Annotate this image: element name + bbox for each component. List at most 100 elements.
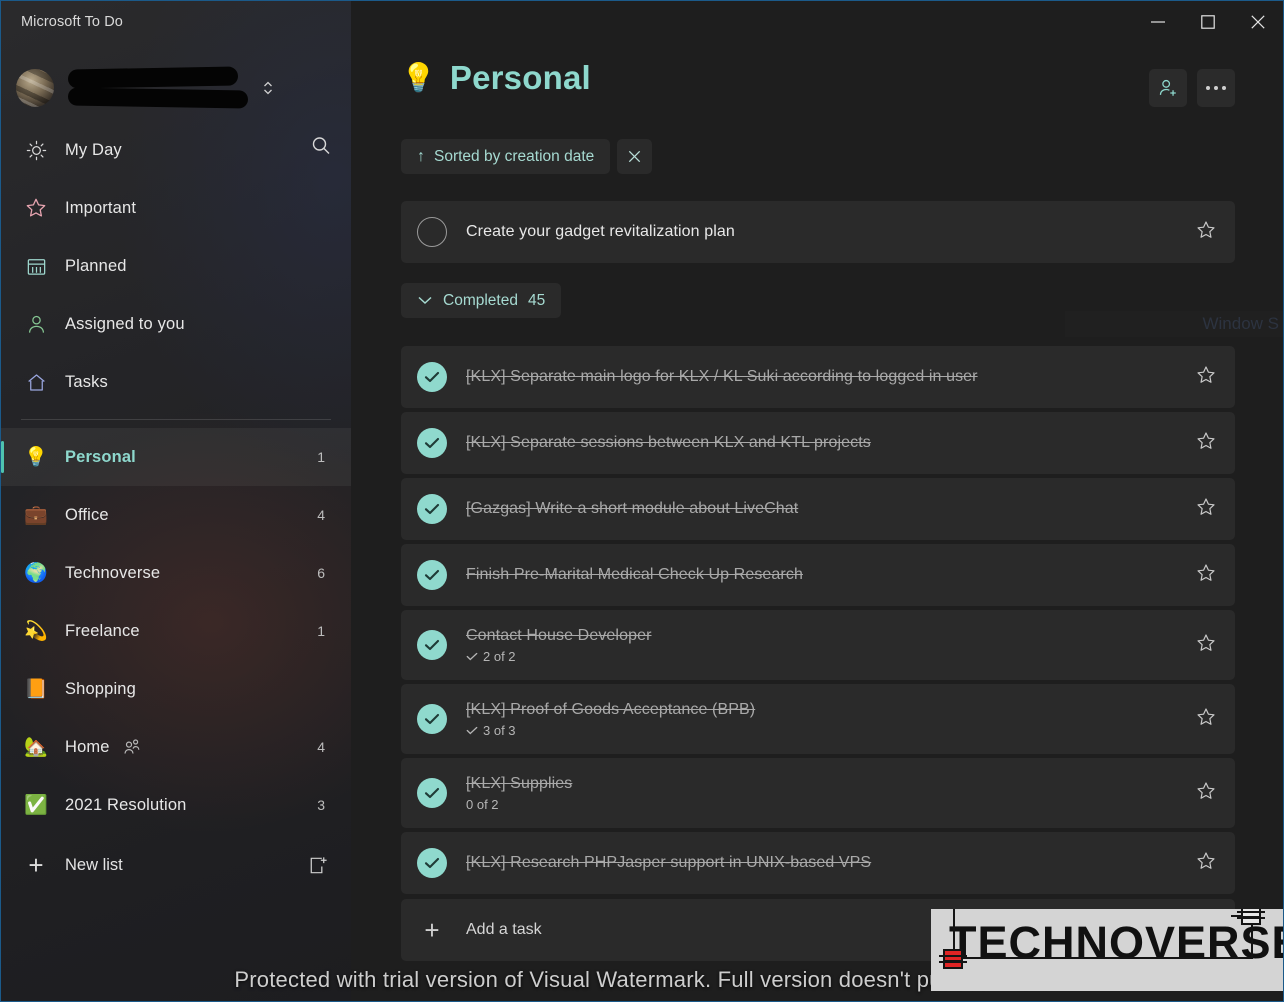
app-title: Microsoft To Do — [21, 14, 123, 30]
main-content: 💡 Personal ↑ Sorted by creation date Cre… — [351, 1, 1283, 1001]
maximize-button[interactable] — [1183, 1, 1233, 43]
globe-icon: 🌍 — [24, 562, 48, 584]
completed-count: 45 — [527, 291, 546, 309]
sidebar-item-count: 1 — [317, 623, 325, 639]
task-body: [Gazgas] Write a short module about Live… — [466, 500, 1183, 518]
task-row[interactable]: Create your gadget revitalization plan — [401, 201, 1235, 263]
task-title: [Gazgas] Write a short module about Live… — [466, 500, 799, 517]
sidebar-item-label: Planned — [65, 256, 127, 275]
star-icon[interactable] — [1195, 430, 1217, 457]
task-checked-icon[interactable] — [417, 560, 447, 590]
task-row[interactable]: [Gazgas] Write a short module about Live… — [401, 478, 1235, 540]
new-list-button[interactable]: + New list — [1, 837, 351, 893]
sidebar-item-tasks[interactable]: Tasks — [1, 353, 351, 411]
star-icon[interactable] — [1195, 562, 1217, 589]
sidebar-item-label: 2021 Resolution — [65, 795, 187, 814]
chevron-down-icon — [417, 292, 433, 310]
task-row[interactable]: [KLX] Supplies 0 of 2 — [401, 758, 1235, 828]
task-body: Contact House Developer 2 of 2 — [466, 627, 1183, 664]
completed-task-list: [KLX] Separate main logo for KLX / KL Su… — [401, 346, 1235, 898]
task-row[interactable]: [KLX] Separate sessions between KLX and … — [401, 412, 1235, 474]
sun-icon — [21, 135, 51, 165]
task-checked-icon[interactable] — [417, 630, 447, 660]
new-group-button[interactable] — [306, 854, 329, 877]
task-row[interactable]: [KLX] Separate main logo for KLX / KL Su… — [401, 346, 1235, 408]
task-row[interactable]: Contact House Developer 2 of 2 — [401, 610, 1235, 680]
task-checked-icon[interactable] — [417, 362, 447, 392]
task-checked-icon[interactable] — [417, 494, 447, 524]
add-task-label: Add a task — [466, 921, 542, 938]
star-icon[interactable] — [1195, 780, 1217, 807]
sidebar-item-count: 6 — [317, 565, 325, 581]
add-task-button[interactable]: + Add a task — [401, 899, 1235, 961]
header-actions — [1149, 69, 1235, 107]
avatar — [16, 69, 54, 107]
clear-sort-button[interactable] — [617, 139, 653, 174]
arrow-up-icon: ↑ — [417, 147, 425, 165]
star-icon[interactable] — [1195, 219, 1217, 246]
sort-bar: ↑ Sorted by creation date — [401, 139, 653, 174]
close-button[interactable] — [1233, 1, 1283, 43]
house-icon: 🏡 — [24, 736, 48, 758]
task-body: [KLX] Separate main logo for KLX / KL Su… — [466, 368, 1183, 386]
add-member-button[interactable] — [1149, 69, 1187, 107]
sidebar-item-2021-resolution[interactable]: ✅ 2021 Resolution 3 — [1, 776, 351, 834]
star-icon[interactable] — [1195, 364, 1217, 391]
task-title: [KLX] Separate sessions between KLX and … — [466, 434, 871, 451]
sidebar-nav: My Day Important Planned Assigned to you… — [1, 121, 351, 834]
task-body: Create your gadget revitalization plan — [466, 223, 1183, 241]
task-checked-icon[interactable] — [417, 848, 447, 878]
sidebar-item-my-day[interactable]: My Day — [1, 121, 351, 179]
task-title: Create your gadget revitalization plan — [466, 223, 735, 240]
task-title: [KLX] Proof of Goods Acceptance (BPB) — [466, 700, 756, 718]
sidebar-item-label: Assigned to you — [65, 314, 185, 333]
task-checked-icon[interactable] — [417, 704, 447, 734]
more-options-button[interactable] — [1197, 69, 1235, 107]
sidebar-item-label: Office — [65, 505, 109, 524]
sidebar-item-assigned-to-you[interactable]: Assigned to you — [1, 295, 351, 353]
person-icon — [21, 309, 51, 339]
completed-section-toggle[interactable]: Completed 45 — [401, 283, 562, 318]
sidebar-item-personal[interactable]: 💡 Personal 1 — [1, 428, 351, 486]
check-icon — [466, 652, 478, 660]
star-icon[interactable] — [1195, 632, 1217, 659]
sidebar-item-office[interactable]: 💼 Office 4 — [1, 486, 351, 544]
chevron-updown-icon — [261, 78, 275, 98]
sidebar-item-label: Shopping — [65, 679, 136, 698]
sidebar-item-technoverse[interactable]: 🌍 Technoverse 6 — [1, 544, 351, 602]
sort-chip[interactable]: ↑ Sorted by creation date — [401, 139, 611, 174]
task-title: [KLX] Supplies — [466, 774, 573, 792]
sidebar-item-count: 3 — [317, 797, 325, 813]
star-icon[interactable] — [1195, 706, 1217, 733]
account-name-email — [67, 66, 283, 109]
sidebar-item-count: 1 — [317, 449, 325, 465]
sidebar-item-label: Tasks — [65, 372, 108, 391]
list-title: Personal — [449, 59, 591, 96]
task-checked-icon[interactable] — [417, 428, 447, 458]
sidebar-item-label: Freelance — [65, 621, 140, 640]
account-switcher[interactable] — [1, 59, 351, 154]
task-title: Contact House Developer — [466, 626, 652, 644]
lightbulb-icon: 💡 — [401, 62, 436, 93]
subtask-progress: 2 of 2 — [466, 649, 1183, 664]
task-title: Finish Pre-Marital Medical Check Up Rese… — [466, 566, 803, 583]
sidebar-divider — [21, 419, 331, 420]
sidebar-item-important[interactable]: Important — [1, 179, 351, 237]
task-body: [KLX] Separate sessions between KLX and … — [466, 434, 1183, 452]
task-checked-icon[interactable] — [417, 778, 447, 808]
open-task-list: Create your gadget revitalization plan — [401, 201, 1235, 267]
task-row[interactable]: Finish Pre-Marital Medical Check Up Rese… — [401, 544, 1235, 606]
sidebar-item-label: Home — [65, 737, 110, 756]
windows-activation-watermark: Window S — [1202, 314, 1279, 333]
redaction-mark-email — [67, 87, 249, 109]
sidebar-item-planned[interactable]: Planned — [1, 237, 351, 295]
star-icon[interactable] — [1195, 850, 1217, 877]
task-row[interactable]: [KLX] Research PHPJasper support in UNIX… — [401, 832, 1235, 894]
star-icon[interactable] — [1195, 496, 1217, 523]
task-row[interactable]: [KLX] Proof of Goods Acceptance (BPB) 3 … — [401, 684, 1235, 754]
task-checkbox-icon[interactable] — [417, 217, 447, 247]
sidebar-item-freelance[interactable]: 💫 Freelance 1 — [1, 602, 351, 660]
minimize-button[interactable] — [1133, 1, 1183, 43]
sidebar-item-shopping[interactable]: 📙 Shopping — [1, 660, 351, 718]
sidebar-item-home[interactable]: 🏡 Home 4 — [1, 718, 351, 776]
